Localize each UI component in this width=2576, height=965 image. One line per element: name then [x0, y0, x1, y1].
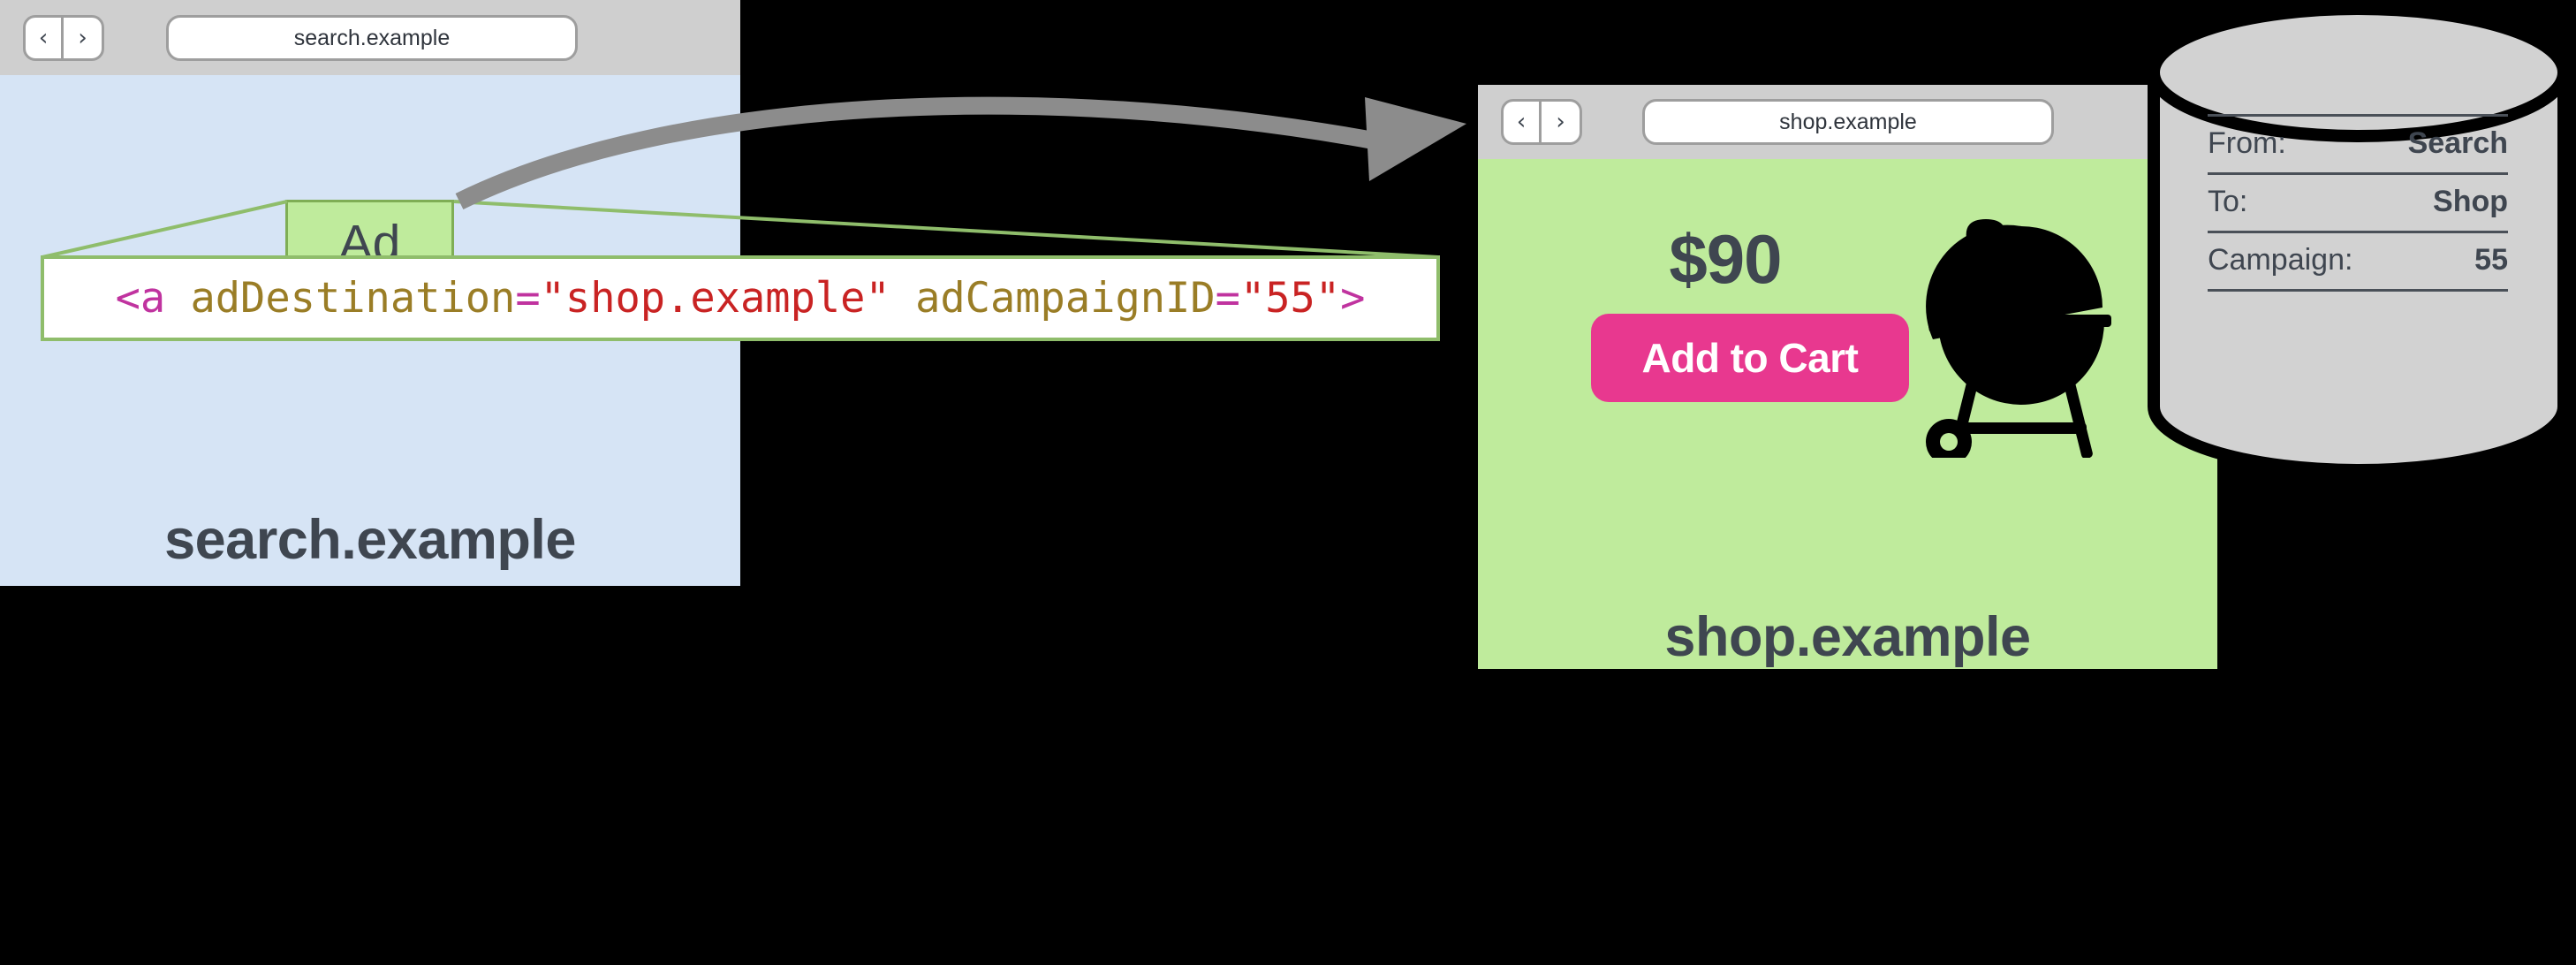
shop-forward-button[interactable]: ›: [1542, 102, 1580, 142]
row-label-to: To:: [2208, 173, 2386, 233]
attribution-record-table: From: Search To: Shop Campaign: 55: [2208, 114, 2508, 292]
shop-url-bar[interactable]: shop.example: [1642, 99, 2054, 145]
shop-page-viewport: $90 Add to Cart shop.example: [1478, 159, 2217, 669]
row-label-campaign: Campaign:: [2208, 232, 2386, 292]
add-to-cart-button[interactable]: Add to Cart: [1591, 314, 1909, 402]
shop-nav-button-group: ‹ ›: [1501, 99, 1582, 145]
search-browser-chrome: ‹ › search.example: [0, 0, 740, 75]
row-label-from: From:: [2208, 114, 2386, 175]
code-text: <a adDestination="shop.example" adCampai…: [115, 274, 1366, 323]
table-row: Campaign: 55: [2208, 232, 2508, 292]
table-row: To: Shop: [2208, 173, 2508, 233]
database-cylinder: From: Search To: Shop Campaign: 55: [2141, 4, 2576, 475]
row-value-campaign: 55: [2385, 232, 2508, 292]
table-row: From: Search: [2208, 114, 2508, 175]
ad-markup-code-callout: <a adDestination="shop.example" adCampai…: [41, 255, 1440, 341]
search-back-button[interactable]: ‹: [26, 18, 64, 58]
bbq-grill-icon: [1926, 219, 2111, 458]
product-price: $90: [1669, 220, 1782, 298]
shop-browser-window: ‹ › shop.example $90 Add to Cart shop.ex…: [1478, 85, 2217, 669]
search-nav-button-group: ‹ ›: [23, 15, 104, 61]
shop-site-label: shop.example: [1664, 606, 2031, 668]
shop-browser-chrome: ‹ › shop.example: [1478, 85, 2217, 159]
search-site-label: search.example: [164, 509, 576, 571]
row-value-from: Search: [2385, 114, 2508, 175]
row-value-to: Shop: [2385, 173, 2508, 233]
diagram-canvas: ‹ › search.example Ad search.example <a …: [0, 0, 2576, 965]
shop-back-button[interactable]: ‹: [1504, 102, 1542, 142]
search-forward-button[interactable]: ›: [64, 18, 102, 58]
search-url-bar[interactable]: search.example: [166, 15, 578, 61]
